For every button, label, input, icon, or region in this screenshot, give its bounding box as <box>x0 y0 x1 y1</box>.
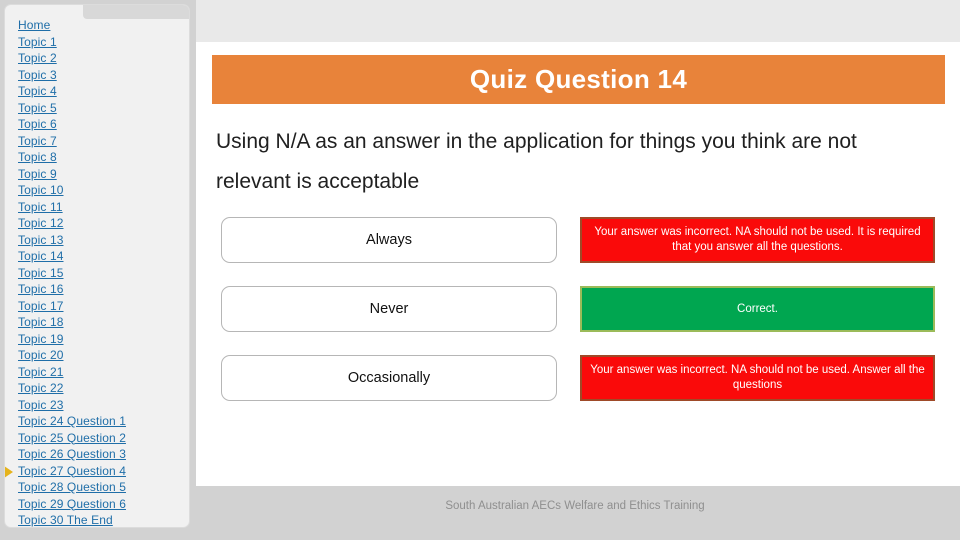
answer-feedback-correct: Correct. <box>580 286 935 332</box>
sidebar-item-topic-10[interactable]: Topic 10 <box>5 182 189 199</box>
sidebar-item-home[interactable]: Home <box>5 17 189 34</box>
sidebar-item-topic-30-the-end[interactable]: Topic 30 The End <box>5 512 189 527</box>
answer-feedback-text: Correct. <box>737 302 778 315</box>
sidebar-item-label[interactable]: Topic 15 <box>18 266 64 280</box>
top-band <box>190 0 960 42</box>
sidebar-item-topic-5[interactable]: Topic 5 <box>5 100 189 117</box>
answer-feedback-text: Your answer was incorrect. NA should not… <box>594 226 921 253</box>
question-text: Using N/A as an answer in the applicatio… <box>216 130 857 193</box>
sidebar-item-label[interactable]: Topic 26 Question 3 <box>18 447 126 461</box>
answer-row: Occasionally Your answer was incorrect. N… <box>0 355 960 401</box>
sidebar-item-topic-25-question-2[interactable]: Topic 25 Question 2 <box>5 430 189 447</box>
answer-option-button[interactable]: Never <box>221 286 557 332</box>
answer-feedback-incorrect: Your answer was incorrect. NA should not… <box>580 217 935 263</box>
sidebar-item-topic-19[interactable]: Topic 19 <box>5 331 189 348</box>
sidebar-item-label[interactable]: Topic 24 Question 1 <box>18 414 126 428</box>
sidebar-item-topic-28-question-5[interactable]: Topic 28 Question 5 <box>5 479 189 496</box>
sidebar-item-topic-27-question-4[interactable]: Topic 27 Question 4 <box>5 463 189 480</box>
sidebar-item-label[interactable]: Topic 7 <box>18 134 57 148</box>
answer-row: Always Your answer was incorrect. NA shou… <box>0 217 960 263</box>
answer-option-label: Never <box>369 301 409 317</box>
answer-option-label: Occasionally <box>347 370 431 386</box>
sidebar-item-topic-11[interactable]: Topic 11 <box>5 199 189 216</box>
sidebar-item-label[interactable]: Topic 1 <box>18 35 57 49</box>
footer-band <box>190 486 960 540</box>
sidebar-item-label[interactable]: Topic 8 <box>18 150 57 164</box>
sidebar-item-list: Home Topic 1 Topic 2 Topic 3 Topic 4 Topic 5 T… <box>5 17 189 527</box>
sidebar-item-topic-6[interactable]: Topic 6 <box>5 116 189 133</box>
sidebar-item-label[interactable]: Topic 4 <box>18 84 57 98</box>
quiz-title-banner: Quiz Question 14 <box>212 55 945 104</box>
sidebar-item-topic-7[interactable]: Topic 7 <box>5 133 189 150</box>
sidebar-item-label[interactable]: Topic 29 Question 6 <box>18 497 126 511</box>
sidebar-navigation: Home Topic 1 Topic 2 Topic 3 Topic 4 Topic 5 T… <box>4 4 190 528</box>
answer-feedback-text: Your answer was incorrect. NA should not… <box>590 364 925 391</box>
sidebar-item-topic-29-question-6[interactable]: Topic 29 Question 6 <box>5 496 189 513</box>
sidebar-item-label[interactable]: Topic 6 <box>18 117 57 131</box>
sidebar-item-label[interactable]: Topic 25 Question 2 <box>18 431 126 445</box>
sidebar-item-topic-15[interactable]: Topic 15 <box>5 265 189 282</box>
sidebar-item-topic-9[interactable]: Topic 9 <box>5 166 189 183</box>
sidebar-item-topic-3[interactable]: Topic 3 <box>5 67 189 84</box>
sidebar-item-label[interactable]: Topic 30 The End <box>18 513 113 527</box>
answer-option-button[interactable]: Occasionally <box>221 355 557 401</box>
answer-option-button[interactable]: Always <box>221 217 557 263</box>
sidebar-item-topic-2[interactable]: Topic 2 <box>5 50 189 67</box>
sidebar-item-topic-26-question-3[interactable]: Topic 26 Question 3 <box>5 446 189 463</box>
content-panel <box>190 42 960 486</box>
sidebar-item-label[interactable]: Home <box>18 18 50 32</box>
sidebar-item-label[interactable]: Topic 27 Question 4 <box>18 464 126 478</box>
sidebar-item-label[interactable]: Topic 3 <box>18 68 57 82</box>
sidebar-item-label[interactable]: Topic 9 <box>18 167 57 181</box>
sidebar-item-label[interactable]: Topic 19 <box>18 332 64 346</box>
sidebar-item-topic-8[interactable]: Topic 8 <box>5 149 189 166</box>
slide-stage: Home Topic 1 Topic 2 Topic 3 Topic 4 Topic 5 T… <box>0 0 960 540</box>
sidebar-item-topic-1[interactable]: Topic 1 <box>5 34 189 51</box>
footer-course-label: South Australian AECs Welfare and Ethics… <box>445 500 705 512</box>
sidebar-item-label[interactable]: Topic 2 <box>18 51 57 65</box>
page-title: Quiz Question 14 <box>469 64 688 94</box>
answer-option-label: Always <box>366 232 412 248</box>
current-slide-arrow-icon <box>5 465 14 478</box>
sidebar-item-label[interactable]: Topic 28 Question 5 <box>18 480 126 494</box>
sidebar-item-label[interactable]: Topic 11 <box>18 200 63 214</box>
sidebar-item-topic-24-question-1[interactable]: Topic 24 Question 1 <box>5 413 189 430</box>
sidebar-item-label[interactable]: Topic 5 <box>18 101 57 115</box>
sidebar-item-topic-4[interactable]: Topic 4 <box>5 83 189 100</box>
sidebar-item-label[interactable]: Topic 10 <box>18 183 64 197</box>
sidebar-outer: Home Topic 1 Topic 2 Topic 3 Topic 4 Topic 5 T… <box>0 0 196 532</box>
answer-feedback-incorrect: Your answer was incorrect. NA should not… <box>580 355 935 401</box>
answer-row: Never Correct. <box>0 286 960 332</box>
